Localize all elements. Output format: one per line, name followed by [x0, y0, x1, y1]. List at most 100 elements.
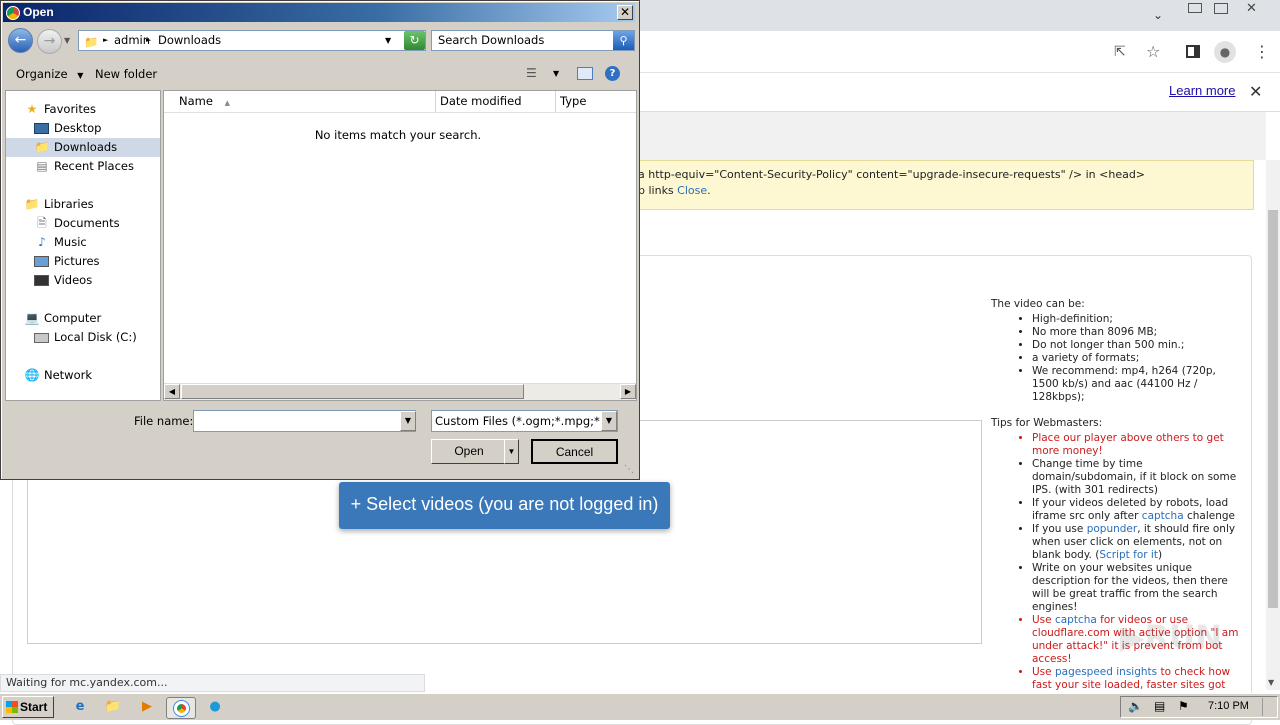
csp-close-link[interactable]: Close — [677, 184, 707, 197]
breadcrumb-separator-icon[interactable]: ► — [103, 31, 108, 50]
file-type-select[interactable]: Custom Files (*.ogm;*.mpg;*.w — [431, 410, 618, 432]
video-requirements-list: High-definition; No more than 8096 MB; D… — [991, 313, 1241, 404]
refresh-icon[interactable]: ↻ — [404, 31, 425, 50]
scroll-left-arrow-icon[interactable]: ◀ — [164, 384, 180, 399]
file-name-label: File name: — [134, 414, 194, 428]
show-desktop-button[interactable] — [1262, 698, 1274, 716]
page-scrollbar-thumb[interactable] — [1268, 210, 1278, 608]
help-icon[interactable]: ? — [605, 66, 620, 81]
video-requirements-heading: The video can be: — [991, 298, 1085, 310]
sidebar-item-desktop[interactable]: Desktop — [6, 119, 160, 138]
file-name-input[interactable] — [193, 410, 416, 432]
dialog-title: Open — [3, 3, 635, 22]
sidebar-item-computer[interactable]: 💻 Computer — [6, 309, 160, 328]
music-icon: ♪ — [38, 235, 46, 249]
edge-icon[interactable]: ● — [204, 697, 226, 717]
sidebar-item-recent-places[interactable]: ▤ Recent Places — [6, 157, 160, 176]
cancel-button[interactable]: Cancel — [531, 439, 618, 464]
popunder-link[interactable]: popunder — [1087, 523, 1138, 535]
header-divider — [164, 112, 636, 113]
breadcrumb-item-downloads[interactable]: Downloads — [158, 31, 221, 50]
file-type-dropdown-icon[interactable]: ▼ — [601, 411, 617, 431]
tab-list-chevron-icon[interactable]: ⌄ — [1153, 8, 1163, 22]
side-panel-icon[interactable] — [1186, 45, 1200, 58]
sort-ascending-icon: ▲ — [224, 99, 230, 107]
computer-icon: 💻 — [24, 311, 40, 325]
volume-icon[interactable]: 🔈 — [1128, 699, 1143, 713]
info-bar-close-icon[interactable]: ✕ — [1249, 82, 1262, 101]
csp-warning-line1: a http-equiv="Content-Security-Policy" c… — [638, 168, 1146, 181]
new-folder-button[interactable]: New folder — [95, 67, 157, 81]
preview-pane-icon[interactable] — [577, 67, 593, 80]
pictures-icon — [34, 256, 49, 267]
breadcrumb-separator-icon[interactable]: ► — [146, 31, 151, 50]
pagespeed-link[interactable]: pagespeed insights — [1055, 666, 1157, 678]
select-videos-button[interactable]: + Select videos (you are not logged in) — [339, 482, 670, 529]
view-options-icon[interactable]: ☰ — [526, 66, 537, 80]
watermark-logo: ▶RUN — [1120, 618, 1223, 656]
csp-warning-line2: p links Close. — [638, 184, 711, 197]
recent-places-icon: ▤ — [36, 159, 48, 173]
recent-locations-chevron-icon[interactable]: ▼ — [64, 36, 70, 45]
horizontal-scrollbar-thumb[interactable] — [181, 384, 524, 399]
breadcrumb-item-admin[interactable]: admin — [114, 31, 150, 50]
sidebar-item-downloads[interactable]: 📁 Downloads — [6, 138, 160, 157]
scroll-right-arrow-icon[interactable]: ▶ — [620, 384, 636, 399]
open-button[interactable]: Open — [431, 439, 507, 464]
star-icon: ★ — [26, 102, 38, 116]
column-header-date-modified[interactable]: Date modified — [436, 91, 556, 112]
bookmark-star-icon[interactable]: ☆ — [1146, 42, 1160, 61]
browser-menu-icon[interactable]: ⋮ — [1254, 42, 1270, 61]
action-center-flag-icon[interactable]: ⚑ — [1178, 699, 1189, 713]
list-item: High-definition; — [1032, 313, 1241, 326]
videos-icon — [34, 275, 49, 286]
view-chevron-icon[interactable]: ▼ — [553, 69, 559, 78]
sidebar-item-documents[interactable]: 🗎 Documents — [6, 214, 160, 233]
list-item: a variety of formats; — [1032, 352, 1241, 365]
back-arrow-icon[interactable]: ← — [8, 28, 33, 53]
column-header-name[interactable]: Name ▲ — [164, 91, 436, 112]
minimize-icon[interactable] — [1188, 3, 1202, 13]
sidebar-item-local-disk[interactable]: Local Disk (C:) — [6, 328, 160, 347]
captcha-link-2[interactable]: captcha — [1055, 614, 1097, 626]
start-button[interactable]: Start — [2, 696, 54, 718]
system-tray — [1120, 696, 1278, 718]
organize-button[interactable]: Organize ▼ — [16, 67, 83, 81]
hard-drive-icon — [34, 333, 49, 343]
captcha-link[interactable]: captcha — [1142, 510, 1184, 522]
profile-avatar-icon[interactable]: ● — [1214, 41, 1236, 63]
close-window-icon[interactable]: ✕ — [1246, 1, 1257, 16]
dialog-close-button[interactable]: ✕ — [617, 5, 633, 20]
sidebar-item-libraries[interactable]: 📁 Libraries — [6, 195, 160, 214]
sidebar-item-favorites[interactable]: ★ Favorites — [6, 100, 160, 119]
explorer-folder-icon[interactable]: 📁 — [102, 697, 124, 717]
status-bubble: Waiting for mc.yandex.com... — [0, 674, 425, 692]
search-icon[interactable]: ⚲ — [613, 31, 634, 50]
column-header-type[interactable]: Type — [556, 91, 636, 112]
libraries-icon: 📁 — [24, 197, 40, 211]
sidebar-item-videos[interactable]: Videos — [6, 271, 160, 290]
media-player-icon[interactable]: ▶ — [136, 697, 158, 717]
network-tray-icon[interactable]: ▤ — [1154, 699, 1165, 713]
sidebar-item-network[interactable]: 🌐 Network — [6, 366, 160, 385]
scroll-down-arrow-icon[interactable]: ▼ — [1268, 678, 1274, 687]
sidebar-item-music[interactable]: ♪ Music — [6, 233, 160, 252]
start-label: Start — [20, 700, 48, 714]
forward-arrow-icon[interactable]: → — [37, 29, 62, 54]
share-icon[interactable]: ⇱ — [1114, 44, 1126, 60]
chrome-icon[interactable] — [166, 697, 196, 719]
open-split-dropdown-icon[interactable]: ▼ — [504, 439, 519, 464]
restore-icon[interactable] — [1214, 3, 1228, 14]
organize-label: Organize — [16, 67, 68, 81]
breadcrumb[interactable]: 📁 ► admin ► Downloads ▼ — [78, 30, 426, 51]
list-item: Use pagespeed insights to check how fast… — [1032, 666, 1241, 692]
file-name-dropdown-icon[interactable]: ▼ — [400, 411, 416, 431]
sidebar-item-pictures[interactable]: Pictures — [6, 252, 160, 271]
search-input[interactable]: Search Downloads — [431, 30, 635, 51]
address-dropdown-icon[interactable]: ▼ — [385, 31, 391, 50]
script-link[interactable]: Script for it — [1099, 549, 1158, 561]
ie-icon[interactable]: e — [69, 697, 91, 717]
resize-grip-icon[interactable]: ⋱ — [624, 464, 634, 475]
list-item: No more than 8096 MB; — [1032, 326, 1241, 339]
learn-more-link[interactable]: Learn more — [1169, 83, 1235, 98]
